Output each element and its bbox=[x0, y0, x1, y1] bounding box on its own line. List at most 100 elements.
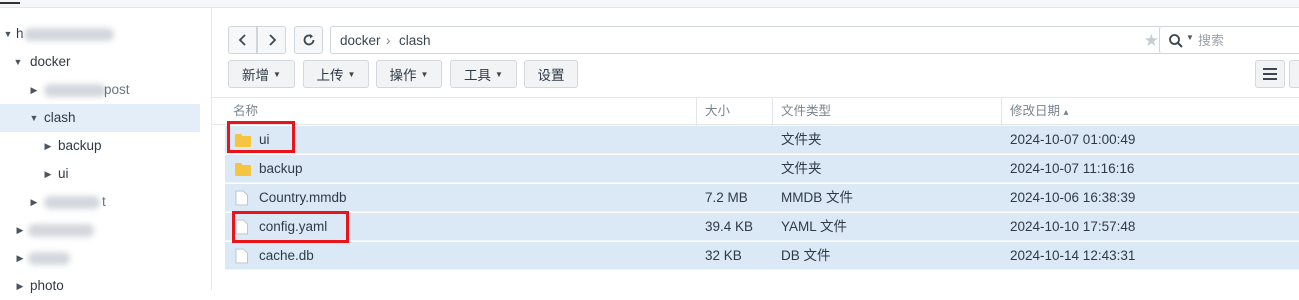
tree-item-backup[interactable]: ▶ backup bbox=[0, 132, 200, 160]
redacted-text bbox=[24, 28, 114, 41]
window-top-strip bbox=[0, 0, 1299, 8]
dropdown-caret-icon: ▼ bbox=[420, 69, 429, 79]
file-type: MMDB 文件 bbox=[781, 190, 853, 205]
expand-arrow-icon[interactable]: ▶ bbox=[28, 188, 40, 216]
tree-item-ui[interactable]: ▶ ui bbox=[0, 160, 200, 188]
create-button[interactable]: 新增 ▼ bbox=[228, 60, 295, 88]
redacted-text bbox=[44, 196, 100, 209]
expand-arrow-icon[interactable]: ▶ bbox=[42, 132, 54, 160]
expand-arrow-icon[interactable]: ▶ bbox=[28, 76, 40, 104]
action-button-label: 操作 bbox=[389, 68, 417, 83]
expand-arrow-icon[interactable]: ▶ bbox=[14, 216, 26, 244]
tree-item-redacted[interactable]: ▶ post bbox=[0, 76, 200, 104]
table-row[interactable]: Country.mmdb 7.2 MB MMDB 文件 2024-10-06 1… bbox=[225, 184, 1299, 212]
list-view-icon bbox=[1263, 68, 1277, 80]
search-options-caret-icon[interactable]: ▼ bbox=[1186, 33, 1194, 42]
tree-item-label: clash bbox=[44, 110, 76, 125]
file-type: YAML 文件 bbox=[781, 219, 848, 234]
table-row[interactable]: cache.db 32 KB DB 文件 2024-10-14 12:43:31 bbox=[225, 242, 1299, 270]
sort-ascending-icon: ▴ bbox=[1063, 107, 1069, 118]
forward-button[interactable] bbox=[257, 26, 286, 54]
sort-button[interactable] bbox=[1289, 60, 1299, 88]
tree-item-label: backup bbox=[58, 138, 102, 153]
menu-mark bbox=[0, 0, 20, 4]
action-button[interactable]: 操作 ▼ bbox=[376, 60, 442, 88]
search-input[interactable] bbox=[1198, 31, 1294, 49]
chevron-right-icon bbox=[268, 34, 276, 46]
table-row[interactable]: config.yaml 39.4 KB YAML 文件 2024-10-10 1… bbox=[225, 213, 1299, 241]
file-name: backup bbox=[259, 161, 303, 176]
path-bar[interactable]: docker › clash ★ bbox=[330, 26, 1166, 54]
tree-item-label: photo bbox=[30, 278, 64, 293]
tree-item-redacted[interactable]: ▶ bbox=[0, 216, 200, 244]
redacted-text bbox=[28, 252, 70, 265]
file-size: 7.2 MB bbox=[705, 190, 748, 205]
view-mode-button[interactable] bbox=[1255, 60, 1285, 88]
expand-arrow-icon[interactable]: ▼ bbox=[28, 104, 40, 132]
file-type: 文件夹 bbox=[781, 132, 822, 147]
expand-arrow-icon[interactable]: ▼ bbox=[2, 20, 14, 48]
refresh-button[interactable] bbox=[294, 26, 323, 54]
tree-item-redacted[interactable]: ▶ bbox=[0, 244, 200, 272]
table-row[interactable]: ui 文件夹 2024-10-07 01:00:49 bbox=[225, 126, 1299, 154]
upload-button-label: 上传 bbox=[316, 68, 344, 83]
dropdown-caret-icon: ▼ bbox=[273, 69, 281, 79]
file-modified-date: 2024-10-07 01:00:49 bbox=[1010, 132, 1136, 147]
table-row[interactable]: backup 文件夹 2024-10-07 11:16:16 bbox=[225, 155, 1299, 183]
column-header-size[interactable]: 大小 bbox=[697, 98, 773, 126]
dropdown-caret-icon: ▼ bbox=[347, 69, 356, 79]
upload-button[interactable]: 上传 ▼ bbox=[303, 60, 369, 88]
search-box[interactable]: ▼ bbox=[1159, 26, 1299, 54]
file-name: Country.mmdb bbox=[259, 190, 347, 205]
favorite-star-icon[interactable]: ★ bbox=[1144, 31, 1159, 51]
settings-button[interactable]: 设置 bbox=[524, 60, 578, 88]
file-modified-date: 2024-10-10 17:57:48 bbox=[1010, 219, 1136, 234]
file-modified-date: 2024-10-06 16:38:39 bbox=[1010, 190, 1136, 205]
tree-item-label: ui bbox=[58, 166, 69, 181]
tree-item-redacted[interactable]: ▶ t bbox=[0, 188, 200, 216]
settings-button-label: 设置 bbox=[537, 68, 565, 83]
chevron-left-icon bbox=[238, 34, 246, 46]
redacted-text bbox=[44, 84, 106, 97]
folder-tree-sidebar: ▼ h ▼ docker ▶ post ▼ clash ▶ backup ▶ u… bbox=[0, 8, 212, 293]
breadcrumb-docker[interactable]: docker bbox=[340, 33, 381, 48]
tree-item-label: h bbox=[16, 26, 24, 41]
expand-arrow-icon[interactable]: ▶ bbox=[14, 244, 26, 272]
file-type: DB 文件 bbox=[781, 248, 831, 263]
back-button[interactable] bbox=[228, 26, 257, 54]
file-table-header: 名称 大小 文件类型 修改日期 ▴ bbox=[213, 97, 1299, 126]
tree-item-root[interactable]: ▼ h bbox=[0, 20, 200, 48]
highlight-box-config-yaml bbox=[232, 211, 349, 243]
file-size: 39.4 KB bbox=[705, 219, 754, 234]
column-header-type[interactable]: 文件类型 bbox=[773, 98, 1002, 126]
file-modified-date: 2024-10-14 12:43:31 bbox=[1010, 248, 1136, 263]
tree-item-photo[interactable]: ▶ photo bbox=[0, 272, 200, 300]
tree-item-clash[interactable]: ▼ clash bbox=[0, 104, 200, 132]
highlight-box-ui bbox=[227, 121, 295, 153]
file-icon bbox=[235, 190, 248, 206]
tree-item-label: post bbox=[104, 82, 130, 97]
file-icon bbox=[235, 248, 248, 264]
breadcrumb-separator: › bbox=[386, 33, 391, 48]
tools-button[interactable]: 工具 ▼ bbox=[450, 60, 517, 88]
tree-item-label: docker bbox=[30, 54, 71, 69]
expand-arrow-icon[interactable]: ▶ bbox=[14, 272, 26, 300]
expand-arrow-icon[interactable]: ▼ bbox=[12, 48, 24, 76]
tree-item-docker[interactable]: ▼ docker bbox=[0, 48, 200, 76]
create-button-label: 新增 bbox=[242, 68, 270, 83]
dropdown-caret-icon: ▼ bbox=[495, 69, 503, 79]
tree-item-label: t bbox=[102, 194, 106, 209]
folder-icon bbox=[235, 163, 251, 176]
refresh-icon bbox=[303, 34, 314, 46]
column-header-modified[interactable]: 修改日期 ▴ bbox=[1002, 98, 1299, 126]
file-type: 文件夹 bbox=[781, 161, 822, 176]
expand-arrow-icon[interactable]: ▶ bbox=[42, 160, 54, 188]
breadcrumb-clash[interactable]: clash bbox=[399, 33, 431, 48]
tools-button-label: 工具 bbox=[464, 68, 492, 83]
column-header-name[interactable]: 名称 bbox=[225, 98, 697, 126]
search-icon[interactable] bbox=[1168, 33, 1184, 49]
redacted-text bbox=[28, 224, 94, 237]
file-name: cache.db bbox=[259, 248, 314, 263]
file-browser-main: docker › clash ★ ▼ 新增▼ 上传▼ 操作▼ 工具▼ 设置 名称… bbox=[213, 8, 1299, 290]
file-modified-date: 2024-10-07 11:16:16 bbox=[1010, 161, 1135, 176]
